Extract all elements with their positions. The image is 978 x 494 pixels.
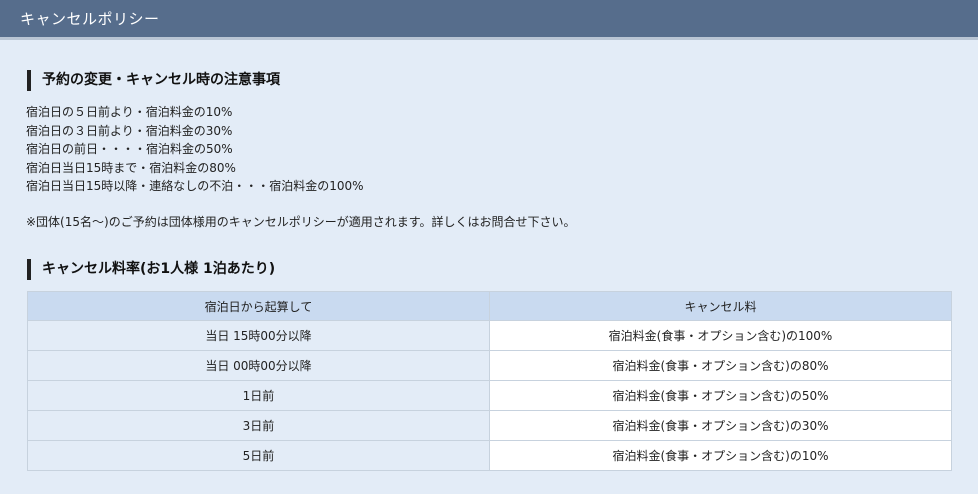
cell-from: 5日前	[27, 440, 490, 471]
notes-list: 宿泊日の５日前より・宿泊料金の10% 宿泊日の３日前より・宿泊料金の30% 宿泊…	[26, 103, 364, 196]
cancel-rate-table: 宿泊日から起算して キャンセル料 当日 15時00分以降 宿泊料金(食事・オプシ…	[27, 291, 952, 471]
note-line: 宿泊日の前日・・・・宿泊料金の50%	[26, 142, 233, 157]
cell-from: 1日前	[27, 380, 490, 411]
page-title: キャンセルポリシー	[20, 10, 160, 28]
column-header-fee: キャンセル料	[489, 291, 952, 321]
cell-fee: 宿泊料金(食事・オプション含む)の50%	[489, 380, 952, 411]
table-row: 当日 15時00分以降 宿泊料金(食事・オプション含む)の100%	[27, 320, 952, 351]
group-policy-note: ※団体(15名～)のご予約は団体様用のキャンセルポリシーが適用されます。詳しくは…	[26, 215, 576, 229]
table-row: 当日 00時00分以降 宿泊料金(食事・オプション含む)の80%	[27, 350, 952, 381]
table-row: 3日前 宿泊料金(食事・オプション含む)の30%	[27, 410, 952, 441]
note-line: 宿泊日当日15時まで・宿泊料金の80%	[26, 160, 236, 175]
table-row: 1日前 宿泊料金(食事・オプション含む)の50%	[27, 380, 952, 411]
note-line: 宿泊日当日15時以降・連絡なしの不泊・・・宿泊料金の100%	[26, 179, 364, 194]
cell-from: 当日 15時00分以降	[27, 320, 490, 351]
cell-fee: 宿泊料金(食事・オプション含む)の10%	[489, 440, 952, 471]
table-header-row: 宿泊日から起算して キャンセル料	[27, 291, 952, 321]
cell-from: 当日 00時00分以降	[27, 350, 490, 381]
header-bar: キャンセルポリシー	[0, 0, 978, 40]
table-row: 5日前 宿泊料金(食事・オプション含む)の10%	[27, 440, 952, 471]
note-line: 宿泊日の５日前より・宿泊料金の10%	[26, 105, 233, 119]
note-line: 宿泊日の３日前より・宿泊料金の30%	[26, 123, 233, 138]
cell-from: 3日前	[27, 410, 490, 441]
section-heading-notes: 予約の変更・キャンセル時の注意事項	[27, 70, 280, 91]
column-header-from: 宿泊日から起算して	[27, 291, 490, 321]
cell-fee: 宿泊料金(食事・オプション含む)の100%	[489, 320, 952, 351]
cell-fee: 宿泊料金(食事・オプション含む)の30%	[489, 410, 952, 441]
cell-fee: 宿泊料金(食事・オプション含む)の80%	[489, 350, 952, 381]
section-heading-cancel-rate: キャンセル料率(お1人様 1泊あたり)	[27, 259, 275, 280]
